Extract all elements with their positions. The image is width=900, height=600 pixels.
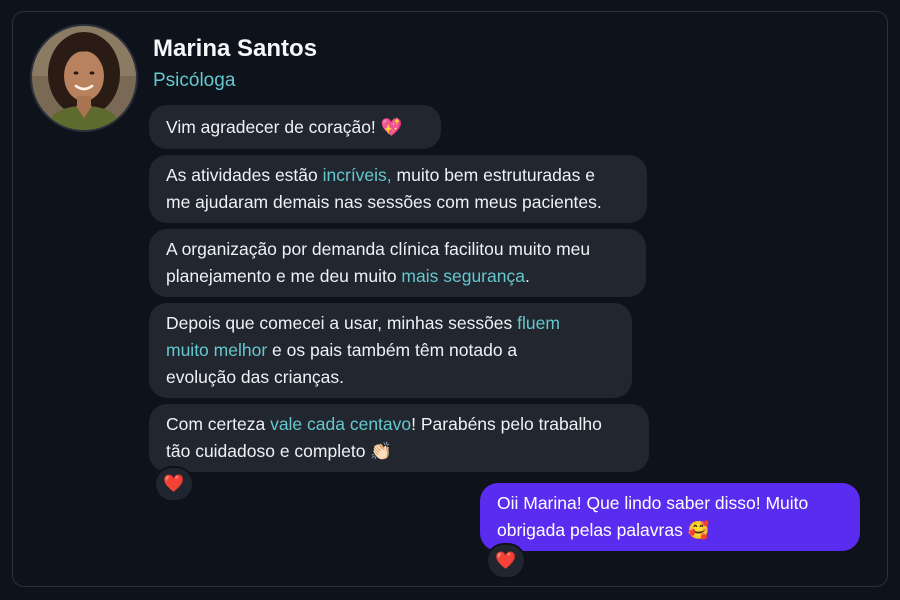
message-line: me ajudaram demais nas sessões com meus … bbox=[166, 189, 630, 216]
message-line: A organização por demanda clínica facili… bbox=[166, 236, 629, 263]
highlighted-text: vale cada centavo bbox=[270, 414, 412, 434]
message-text: evolução das crianças. bbox=[166, 367, 345, 387]
highlighted-text: fluem bbox=[517, 313, 560, 333]
message-bubble[interactable]: Vim agradecer de coração! 💖 bbox=[149, 105, 441, 149]
avatar-photo-icon bbox=[32, 26, 136, 130]
message-bubble[interactable]: Depois que comecei a usar, minhas sessõe… bbox=[149, 303, 632, 398]
message-line: obrigada pelas palavras 🥰 bbox=[497, 517, 843, 544]
message-line: Oii Marina! Que lindo saber disso! Muito bbox=[497, 490, 843, 517]
contact-name: Marina Santos bbox=[153, 35, 318, 62]
message-text: me ajudaram demais nas sessões com meus … bbox=[166, 192, 602, 212]
message-text: Oii Marina! Que lindo saber disso! Muito bbox=[497, 493, 809, 513]
message-text: tão cuidadoso e completo 👏🏻 bbox=[166, 441, 393, 461]
message-text: planejamento e me deu muito bbox=[166, 266, 402, 286]
message-text: A organização por demanda clínica facili… bbox=[166, 239, 591, 259]
reaction-badge[interactable]: ❤️ bbox=[154, 466, 194, 502]
message-line: Com certeza vale cada centavo! Parabéns … bbox=[166, 411, 632, 438]
message-text: obrigada pelas palavras 🥰 bbox=[497, 520, 710, 540]
highlighted-text: mais segurança bbox=[401, 266, 525, 286]
highlighted-text: muito melhor bbox=[166, 340, 268, 360]
message-text: e os pais também têm notado a bbox=[267, 340, 518, 360]
message-text: Vim agradecer de coração! 💖 bbox=[166, 116, 403, 137]
message-bubble[interactable]: A organização por demanda clínica facili… bbox=[149, 229, 646, 297]
message-text: ! Parabéns pelo trabalho bbox=[411, 414, 602, 434]
message-line: evolução das crianças. bbox=[166, 364, 615, 391]
message-text: muito bem estruturadas e bbox=[391, 165, 595, 185]
outgoing-message-bubble[interactable]: Oii Marina! Que lindo saber disso! Muito… bbox=[480, 483, 860, 551]
contact-role: Psicóloga bbox=[153, 70, 236, 91]
message-line: tão cuidadoso e completo 👏🏻 bbox=[166, 438, 632, 465]
highlighted-text: incríveis, bbox=[322, 165, 392, 185]
message-text: Com certeza bbox=[166, 414, 271, 434]
heart-icon: ❤️ bbox=[495, 551, 517, 570]
message-bubble[interactable]: Com certeza vale cada centavo! Parabéns … bbox=[149, 404, 649, 472]
message-line: As atividades estão incríveis, muito bem… bbox=[166, 162, 630, 189]
message-line: Depois que comecei a usar, minhas sessõe… bbox=[166, 310, 615, 337]
reaction-badge[interactable]: ❤️ bbox=[486, 543, 526, 579]
message-line: muito melhor e os pais também têm notado… bbox=[166, 337, 615, 364]
message-line: Vim agradecer de coração! 💖 bbox=[166, 114, 424, 141]
message-text: As atividades estão bbox=[166, 165, 323, 185]
message-text: . bbox=[524, 266, 530, 286]
avatar[interactable] bbox=[32, 26, 136, 130]
message-bubble[interactable]: As atividades estão incríveis, muito bem… bbox=[149, 155, 647, 223]
heart-icon: ❤️ bbox=[163, 474, 185, 493]
message-line: planejamento e me deu muito mais seguran… bbox=[166, 263, 629, 290]
message-text: Depois que comecei a usar, minhas sessõe… bbox=[166, 313, 518, 333]
